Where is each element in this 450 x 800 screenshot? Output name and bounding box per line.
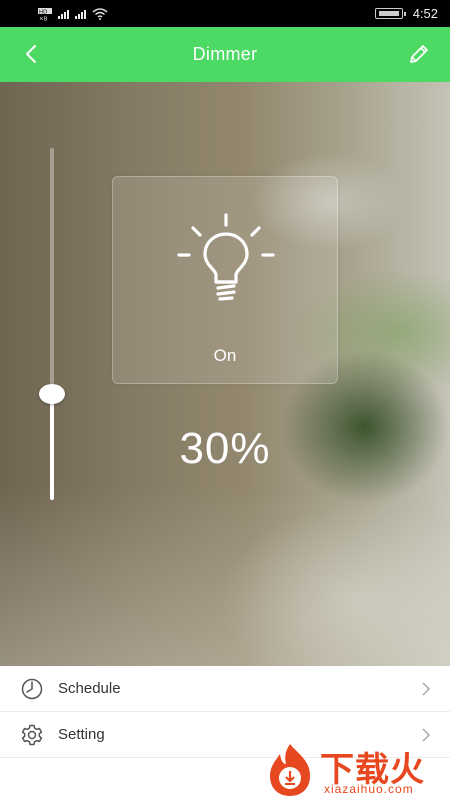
- signal-icon: [75, 9, 86, 19]
- signal-icon: [58, 9, 69, 19]
- battery-icon: [374, 8, 406, 19]
- svg-text:✕B: ✕B: [39, 16, 48, 21]
- brightness-slider[interactable]: [39, 148, 65, 500]
- pencil-icon[interactable]: [406, 41, 432, 67]
- brightness-slider-fill: [50, 394, 54, 500]
- gear-icon: [21, 724, 43, 745]
- brightness-slider-thumb[interactable]: [39, 384, 65, 405]
- svg-text:HD: HD: [39, 9, 47, 15]
- power-state-label: On: [213, 346, 237, 365]
- menu-item-label: Schedule: [58, 680, 121, 697]
- app-header: Dimmer: [0, 27, 450, 82]
- status-bar: HD ✕B 4:52: [0, 0, 450, 27]
- status-icons: HD ✕B: [38, 7, 108, 21]
- hd-icon: HD ✕B: [38, 7, 52, 21]
- power-toggle-card[interactable]: On: [112, 176, 338, 384]
- watermark: 下载火 xiazaihuo.com: [262, 738, 448, 800]
- watermark-subtitle: xiazaihuo.com: [324, 782, 414, 796]
- chevron-right-icon: [422, 682, 431, 696]
- menu-item-label: Setting: [58, 726, 105, 743]
- brightness-percentage: 30%: [179, 424, 271, 473]
- lightbulb-icon: [177, 213, 275, 301]
- wifi-icon: [92, 7, 108, 20]
- status-time: 4:52: [412, 6, 438, 21]
- menu-item-schedule[interactable]: Schedule: [0, 666, 450, 712]
- page-title: Dimmer: [192, 44, 258, 64]
- dimmer-panel: On 30%: [0, 82, 450, 666]
- clock-icon: [21, 678, 43, 699]
- flame-logo-icon: [270, 744, 310, 796]
- chevron-left-icon[interactable]: [20, 42, 44, 66]
